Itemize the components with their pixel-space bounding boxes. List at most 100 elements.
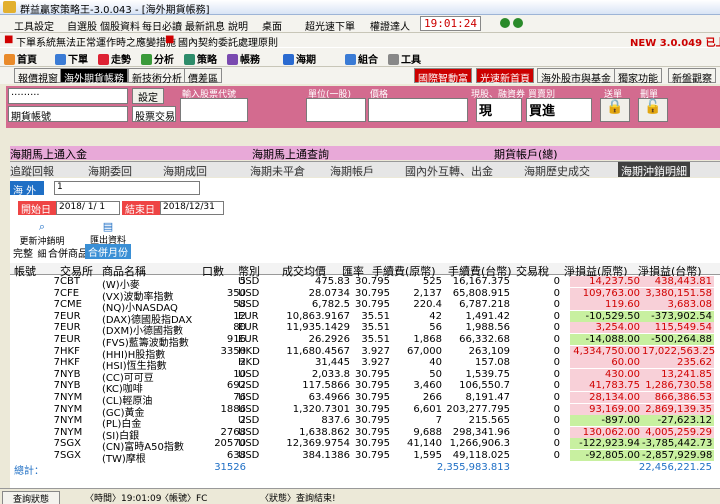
overseas-icon (283, 54, 294, 65)
table-row[interactable]: 7 CME (NQ)小NASDAQ 58 USD 6,782.5 30.795 220.4 6,… (10, 299, 720, 314)
toolbar-account[interactable]: 帳務 (227, 51, 260, 66)
trend-icon (98, 54, 109, 65)
nav-transfer[interactable]: 國內外互轉、出金 (405, 163, 493, 179)
table-row[interactable]: 7 EUR (DAX)德國股指DAX 12 EUR 10,863.9167 35.51 42 1… (10, 310, 720, 326)
total-label: 總計： (14, 466, 44, 477)
tab-quote[interactable]: 報價視窗 (14, 68, 62, 85)
tab-tech-analysis[interactable]: 新技術分析 (128, 68, 186, 85)
menu-desktop[interactable]: 桌面 (262, 18, 282, 33)
table-row[interactable]: 7 EUR (DXM)小德國指數 80 EUR 11,935.1429 35.51 56 1,9… (10, 322, 720, 337)
tab-intl-smart[interactable]: 國際智動富 (414, 68, 472, 85)
send-order-button[interactable]: 🔒 (600, 98, 630, 122)
table-row[interactable]: 7 CBT (W)小麥 5 USD 475.83 30.795 525 16,167.375 0 1… (10, 276, 720, 291)
table-row[interactable]: 7 NYM (GC)黃金 1886 USD 1,320.7301 30.795 6,601 20… (10, 403, 720, 419)
table-row[interactable]: 7 EUR (FVS)藍籌波動指數 916 EUR 26.2926 35.51 1,868 66… (10, 334, 720, 349)
table-cell: NYB (60, 380, 81, 392)
delete-order-button[interactable]: 🔓 (638, 98, 668, 122)
table-row[interactable]: 7 SGX (CN)富時A50指數 20570 USD 12,369.9754 30.795… (10, 438, 720, 453)
table-row[interactable]: 7 NYB (CC)可可豆 10 USD 2,033.8 30.795 50 1,539.75 0… (10, 368, 720, 384)
table-cell: 3.927 (361, 345, 390, 357)
end-date-input[interactable]: 2018/12/31 (160, 201, 224, 215)
toolbar-combo[interactable]: 組合 (345, 51, 378, 66)
buy-sell-select[interactable]: 買進 (526, 98, 592, 122)
nav-history[interactable]: 海期歷史成交 (524, 163, 590, 179)
table-row[interactable]: 7 HKF (HHI)H股指數 3350 HKD 11,680.4567 3.927 67,0… (10, 345, 720, 361)
tab-overseas-account[interactable]: 海外期貨帳務 (60, 68, 128, 85)
overseas-account-select[interactable]: 1 (54, 181, 200, 195)
cash-margin-select[interactable]: 現 (476, 98, 522, 122)
table-row[interactable]: 7 HKF (HSI)恆生指數 2 HKD 31,445 3.927 40 157.08 0 60.… (10, 357, 720, 372)
refresh-button[interactable]: ⌕ 更新沖銷明細 (16, 220, 68, 260)
toolbar-analysis[interactable]: 分析 (141, 51, 174, 66)
toolbar-order[interactable]: 下單 (55, 51, 88, 66)
table-row[interactable]: 7 CFE (VX)波動率指數 350 USD 28.0734 30.795 2,137 65,… (10, 287, 720, 303)
table-cell: 26.2926 (308, 334, 350, 345)
tab-exclusive[interactable]: 獨家功能 (614, 68, 662, 85)
view-merge-month[interactable]: 合併月份 (85, 244, 131, 259)
menu-tools[interactable]: 工具設定 (14, 18, 54, 33)
table-cell: 41,783.75 (570, 380, 642, 392)
toolbar-chart[interactable]: 走勢 (98, 51, 131, 66)
table-cell: 203,277.795 (446, 403, 510, 415)
table-cell: 28.0734 (308, 287, 350, 299)
confirm-button[interactable]: 設定 (132, 88, 164, 104)
tab-overseas-stocks[interactable]: 海外股市與基金 (537, 68, 615, 85)
menu-daily[interactable]: 每日必讀 (142, 18, 182, 33)
export-button[interactable]: ▤ 匯出資料 (88, 220, 128, 246)
main-toolbar: 首頁 下單 走勢 分析 策略 帳務 海期 組合 工具 (0, 47, 720, 67)
table-row[interactable]: 7 SGX (TW)摩根 638 USD 384.1386 30.795 1,595 49,11… (10, 450, 720, 465)
toolbar-overseas[interactable]: 海期 (283, 51, 316, 66)
menu-quick-order[interactable]: 超光速下單 (305, 18, 355, 33)
table-cell: NYM (60, 426, 83, 438)
toolbar-strategy[interactable]: 策略 (184, 51, 217, 66)
table-cell: 438,443.81 (642, 276, 714, 287)
table-row[interactable]: 7 NYM (CL)輕原油 76 USD 63.4966 30.795 266 8,191.47… (10, 392, 720, 407)
menu-watchlist[interactable]: 自選股 (67, 18, 97, 33)
table-cell: 4,005,259.29 (642, 426, 714, 438)
nav-order-reply[interactable]: 海期委回 (88, 163, 132, 179)
symbol-input[interactable] (180, 98, 248, 122)
nav-deposit[interactable]: 海期馬上通入金 (10, 146, 87, 162)
nav-deposit-query[interactable]: 海期馬上通查詢 (252, 146, 329, 162)
total-row: 總計： 31526 2,355,983.813 22,456,221.25 (10, 462, 720, 477)
table-cell: 14,237.50 (570, 276, 642, 287)
view-full[interactable]: 完整 (13, 245, 33, 260)
menu-warrant[interactable]: 權證達人 (370, 18, 410, 33)
lots-input[interactable] (306, 98, 366, 122)
tab-lightspeed[interactable]: 光速新首頁 (476, 68, 534, 85)
account-type-select[interactable]: 期貨帳號 (8, 106, 128, 122)
table-row[interactable]: 7 NYB (KC)咖啡 692 USD 117.5866 30.795 3,460 106,5… (10, 380, 720, 395)
tab-spread[interactable]: 價差區 (184, 68, 222, 85)
table-cell: 63.4966 (308, 392, 350, 403)
table-cell: 42 (429, 310, 442, 322)
nav-account-total[interactable]: 期貨帳戶(總) (494, 146, 558, 162)
nav-tracking[interactable]: 追蹤回報 (10, 163, 54, 179)
tab-new-market[interactable]: 新盤觀察 (668, 68, 716, 85)
nav-offset-detail[interactable]: 海期沖銷明細 (618, 162, 690, 178)
table-row[interactable]: 7 NYM (SI)白銀 2768 USD 1,638.862 30.795 9,688 298… (10, 426, 720, 442)
nav-open-position[interactable]: 海期未平倉 (250, 163, 305, 179)
price-input[interactable] (368, 98, 468, 122)
table-cell: USD (238, 426, 260, 438)
stock-trade-select[interactable]: 股票交易 (132, 106, 176, 122)
table-cell: 0 (553, 276, 560, 287)
nav-fill-reply[interactable]: 海期成回 (163, 163, 207, 179)
menu-news[interactable]: 最新訊息 (185, 18, 225, 33)
table-cell: 2,137 (413, 287, 442, 299)
toolbar-home[interactable]: 首頁 (4, 51, 37, 66)
table-cell: 49,118.025 (452, 450, 510, 461)
toolbar-tools[interactable]: 工具 (388, 51, 421, 66)
table-cell: 8,191.47 (465, 392, 510, 403)
account-select[interactable]: ········· (8, 88, 128, 104)
view-merge-product[interactable]: 合併商品 (48, 245, 88, 260)
table-cell: 235.62 (642, 357, 714, 369)
menu-stock-info[interactable]: 個股資料 (100, 18, 140, 33)
export-icon: ▤ (102, 220, 114, 233)
table-cell: 7 (435, 415, 442, 427)
table-row[interactable]: 7 NYM (PL)白金 2 USD 837.6 30.795 7 215.565 0 -897.0… (10, 415, 720, 430)
table-cell: NYM (60, 392, 83, 403)
start-date-input[interactable]: 2018/ 1/ 1 (56, 201, 120, 215)
nav-account[interactable]: 海期帳戶 (330, 163, 374, 179)
table-cell: -500,264.88 (642, 334, 714, 345)
menu-help[interactable]: 說明 (228, 18, 248, 33)
